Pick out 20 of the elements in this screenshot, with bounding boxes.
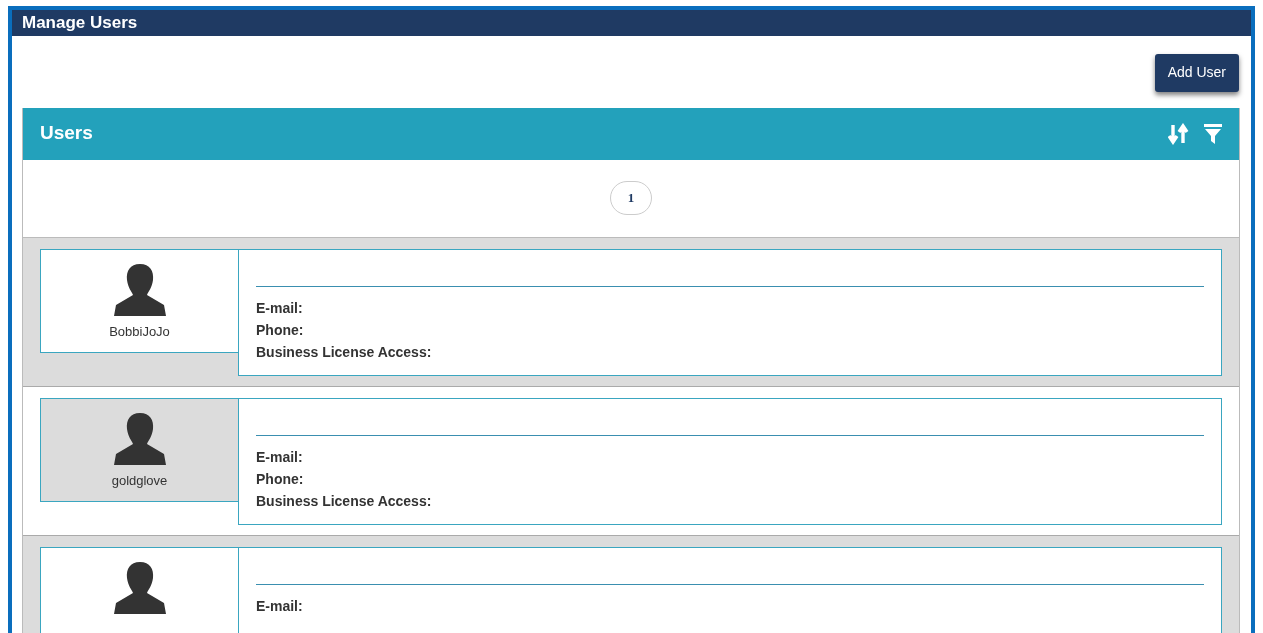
field-label: E-mail: xyxy=(256,447,303,467)
username: goldglove xyxy=(111,471,168,490)
person-icon xyxy=(112,412,167,465)
field-label: E-mail: xyxy=(256,298,303,318)
page-button[interactable]: 1 xyxy=(610,181,652,215)
person-icon xyxy=(112,263,167,316)
user-row[interactable]: E-mail: xyxy=(23,535,1239,633)
field-label: E-mail: xyxy=(256,596,303,616)
person-icon xyxy=(112,561,167,614)
user-row[interactable]: BobbiJoJo E-mail: Phone: Business License Access: xyxy=(23,237,1239,387)
field-label: Business License Access: xyxy=(256,491,432,511)
field-label: Phone: xyxy=(256,320,304,340)
filter-icon[interactable] xyxy=(1204,123,1222,144)
field-label: Business License Access: xyxy=(256,342,432,362)
panel-title: Users xyxy=(40,121,94,146)
field-label: Phone: xyxy=(256,469,304,489)
add-user-button[interactable]: Add User xyxy=(1154,53,1239,92)
sort-icon[interactable] xyxy=(1168,122,1190,145)
window-title: Manage Users xyxy=(22,12,138,34)
username: BobbiJoJo xyxy=(109,322,170,341)
